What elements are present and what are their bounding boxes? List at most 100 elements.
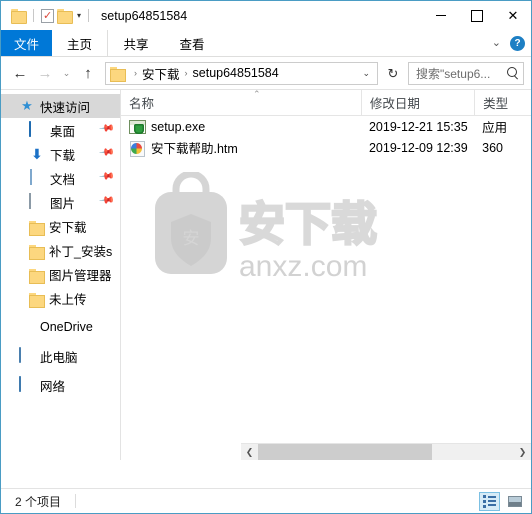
chevron-down-icon[interactable]: ⌄ — [492, 38, 501, 49]
scroll-right-button[interactable]: ❯ — [514, 444, 531, 460]
sidebar-item-quick-access[interactable]: ★ 快速访问 — [1, 94, 120, 118]
forward-button[interactable]: → — [33, 61, 57, 85]
search-placeholder: 搜索"setup6... — [416, 66, 491, 81]
customize-dropdown-icon[interactable]: ▾ — [77, 11, 81, 20]
table-row[interactable]: setup.exe 2019-12-21 15:35 应用 — [121, 116, 531, 137]
sidebar-item-label: 网络 — [40, 379, 66, 394]
close-button[interactable]: ✕ — [495, 1, 531, 30]
star-icon: ★ — [21, 98, 33, 113]
sidebar-item-desktop[interactable]: 桌面 📌 — [1, 118, 120, 142]
details-view-icon — [483, 494, 496, 508]
sidebar-item-downloads[interactable]: ⬇ 下载 📌 — [1, 142, 120, 166]
pin-icon[interactable]: 📌 — [98, 120, 115, 136]
sort-ascending-icon: ⌃ — [253, 90, 261, 99]
download-icon: ⬇ — [31, 146, 43, 162]
tab-share[interactable]: 共享 — [108, 30, 164, 56]
desktop-icon — [29, 121, 45, 138]
pictures-icon — [29, 193, 45, 210]
scrollbar-track[interactable] — [258, 444, 514, 460]
tab-home[interactable]: 主页 — [52, 30, 109, 56]
file-name-cell[interactable]: 安下载帮助.htm — [121, 138, 361, 157]
folder-icon — [29, 292, 45, 308]
onedrive-icon — [19, 319, 35, 335]
checkmark-glyph: ✓ — [43, 9, 53, 22]
ribbon-tab-bar: 文件 主页 共享 查看 ⌄ ? — [1, 30, 531, 57]
sidebar-item-this-pc[interactable]: 此电脑 — [1, 344, 120, 368]
tab-view[interactable]: 查看 — [164, 30, 220, 56]
pin-icon[interactable]: 📌 — [98, 144, 115, 160]
window-title: setup64851584 — [101, 8, 188, 23]
sidebar-item-label: 补丁_安装s — [49, 244, 113, 259]
file-name-label: setup.exe — [151, 119, 206, 134]
item-count-label: 2 个项目 — [15, 494, 62, 509]
folder-icon[interactable] — [11, 9, 27, 24]
toolbar-divider-2 — [88, 9, 90, 22]
sidebar-item-label: 下载 — [50, 148, 76, 163]
quick-access-toolbar: ✓ ▾ — [1, 8, 93, 24]
details-view-button[interactable] — [479, 491, 500, 511]
maximize-button[interactable] — [459, 1, 495, 30]
pin-icon[interactable]: 📌 — [98, 168, 115, 184]
sidebar-item-not-uploaded[interactable]: 未上传 — [1, 286, 120, 310]
sidebar-item-picture-manager[interactable]: 图片管理器 — [1, 262, 120, 286]
column-header-date[interactable]: 修改日期 — [360, 90, 474, 116]
address-bar: ← → ⌄ ↑ › 安下载 › setup64851584 ⌄ ↻ 搜索"set… — [1, 57, 531, 89]
column-header-name[interactable]: 名称 — [121, 90, 361, 116]
document-icon — [29, 169, 45, 186]
sidebar-item-pictures[interactable]: 图片 📌 — [1, 190, 120, 214]
file-name-label: 安下载帮助.htm — [151, 142, 238, 156]
file-name-cell[interactable]: setup.exe — [121, 119, 361, 135]
search-icon[interactable] — [507, 67, 519, 79]
breadcrumb[interactable]: › 安下载 › setup64851584 ⌄ — [105, 61, 378, 85]
sidebar-item-label: 安下载 — [49, 220, 87, 235]
sidebar-item-network[interactable]: 网络 — [1, 373, 120, 397]
file-date-cell: 2019-12-09 12:39 — [368, 140, 468, 155]
this-pc-icon — [19, 347, 35, 364]
window-controls: ✕ — [423, 1, 531, 30]
sidebar-item-documents[interactable]: 文档 📌 — [1, 166, 120, 190]
search-input[interactable]: 搜索"setup6... — [408, 61, 524, 85]
sidebar-item-label: 文档 — [50, 172, 76, 187]
breadcrumb-separator-1[interactable]: › — [180, 68, 193, 78]
horizontal-scrollbar[interactable]: ❮ ❯ — [241, 443, 531, 460]
large-icons-view-icon — [507, 495, 522, 507]
back-button[interactable]: ← — [8, 61, 32, 85]
breadcrumb-folder-icon — [110, 66, 126, 82]
scroll-left-button[interactable]: ❮ — [241, 444, 258, 460]
view-mode-buttons — [479, 491, 531, 511]
sidebar-item-label: 未上传 — [49, 292, 87, 307]
recent-locations-button[interactable]: ⌄ — [58, 61, 75, 85]
table-row[interactable]: 安下载帮助.htm 2019-12-09 12:39 360 — [121, 137, 531, 158]
large-icons-view-button[interactable] — [504, 492, 525, 511]
breadcrumb-separator-0[interactable]: › — [129, 68, 142, 78]
column-header-row: 名称 修改日期 类型 ⌃ — [121, 90, 531, 116]
sidebar-item-onedrive[interactable]: OneDrive — [1, 315, 120, 339]
sidebar-item-label: OneDrive — [40, 320, 93, 334]
status-divider — [75, 494, 77, 508]
sidebar-item-anxiazai[interactable]: 安下载 — [1, 214, 120, 238]
ribbon-right-controls: ⌄ ? — [492, 30, 525, 57]
html-file-icon — [129, 140, 145, 157]
minimize-button[interactable] — [423, 1, 459, 30]
breadcrumb-item-1[interactable]: setup64851584 — [193, 66, 279, 80]
tab-file[interactable]: 文件 — [1, 30, 53, 56]
explorer-body: ★ 快速访问 桌面 📌 ⬇ 下载 📌 文档 📌 图片 📌 安下载 补丁_安装s … — [1, 89, 531, 460]
watermark-logo-char: 安 — [183, 229, 200, 249]
breadcrumb-item-0[interactable]: 安下载 — [142, 64, 180, 83]
properties-icon[interactable]: ✓ — [41, 8, 54, 23]
watermark-text-domain: anxz.com — [239, 250, 367, 283]
refresh-button[interactable]: ↻ — [382, 62, 404, 85]
folder-icon — [29, 244, 45, 260]
sidebar-item-label: 此电脑 — [40, 350, 78, 365]
breadcrumb-dropdown-icon[interactable]: ⌄ — [357, 68, 375, 78]
pin-icon[interactable]: 📌 — [98, 192, 115, 208]
file-type-cell: 360 — [482, 140, 504, 155]
exe-file-icon — [129, 119, 146, 135]
watermark-text-cn: 安下载 — [239, 197, 377, 251]
scrollbar-thumb[interactable] — [258, 444, 433, 460]
new-folder-icon[interactable] — [57, 9, 73, 24]
help-icon[interactable]: ? — [510, 36, 525, 51]
up-button[interactable]: ↑ — [76, 61, 100, 85]
sidebar-item-patch-install[interactable]: 补丁_安装s — [1, 238, 120, 262]
column-header-type[interactable]: 类型 — [474, 90, 531, 116]
